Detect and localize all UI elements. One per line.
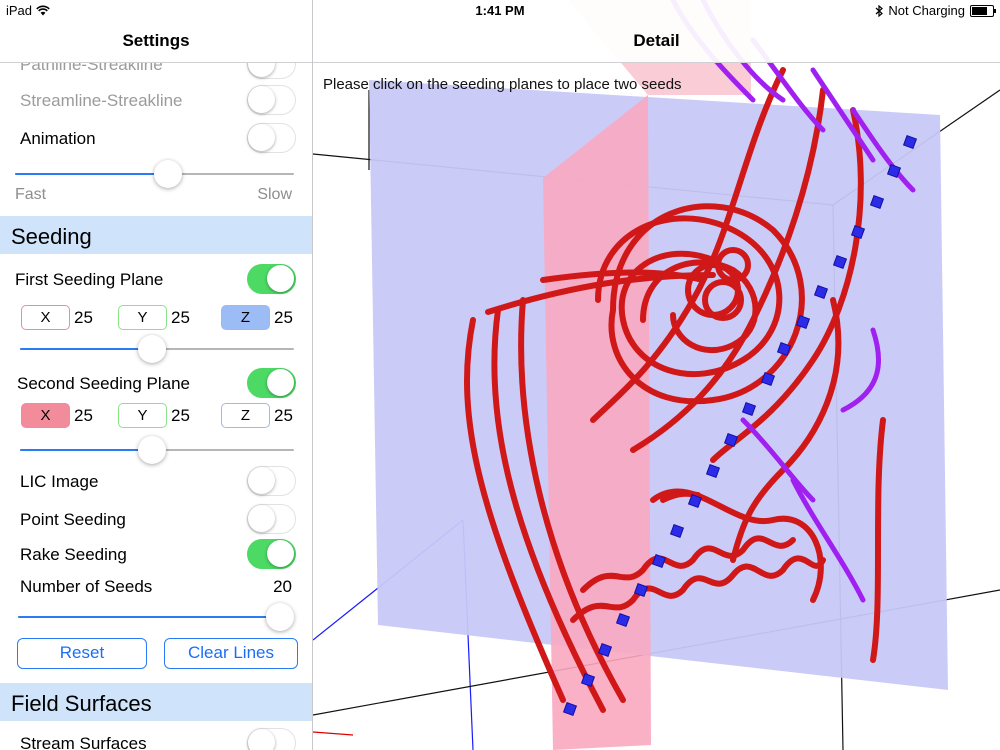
status-bar: iPad 1:41 PM Not Charging (0, 0, 1000, 22)
first-plane-axis-row: X 25 Y 25 Z 25 (0, 305, 312, 335)
second-seeding-plane-label: Second Seeding Plane (17, 374, 190, 393)
reset-button[interactable]: Reset (17, 638, 147, 669)
detail-title: Detail (633, 31, 680, 50)
lic-image-label: LIC Image (20, 472, 99, 491)
slider-thumb[interactable] (137, 335, 166, 363)
animation-speed-slider[interactable] (15, 160, 294, 188)
first-plane-y-button[interactable]: Y (118, 305, 167, 330)
first-seeding-plane-label: First Seeding Plane (15, 270, 164, 289)
slider-thumb[interactable] (266, 603, 294, 631)
settings-panel: Settings Pathline-Streakline Streamline-… (0, 0, 313, 750)
speed-fast-label: Fast (15, 186, 47, 203)
seeding-header-label: Seeding (11, 224, 92, 249)
first-plane-x-button[interactable]: X (21, 305, 70, 330)
first-seeding-plane-switch[interactable] (247, 264, 296, 294)
first-plane-z-value: 25 (274, 308, 293, 327)
settings-scroll[interactable]: Pathline-Streakline Streamline-Streaklin… (0, 63, 312, 750)
streamline-streakline-label: Streamline-Streakline (20, 91, 183, 110)
second-plane-x-button[interactable]: X (21, 403, 70, 428)
point-seeding-switch[interactable] (247, 504, 296, 534)
row-point-seeding: Point Seeding (0, 502, 312, 536)
seeding-section-header: Seeding (0, 216, 312, 254)
bluetooth-icon (875, 4, 884, 17)
row-lic-image: LIC Image (0, 464, 312, 498)
second-plane-y-button[interactable]: Y (118, 403, 167, 428)
status-right: Not Charging (875, 3, 996, 18)
row-second-seeding-plane: Second Seeding Plane (0, 366, 312, 400)
first-plane-x-value: 25 (74, 308, 93, 327)
slider-thumb[interactable] (154, 160, 183, 188)
clock: 1:41 PM (475, 3, 525, 18)
speed-slow-label: Slow (257, 186, 292, 203)
row-number-of-seeds: Number of Seeds 20 (0, 569, 312, 603)
slider-thumb[interactable] (137, 436, 166, 464)
animation-label: Animation (20, 129, 96, 148)
rake-seeding-label: Rake Seeding (20, 545, 127, 564)
charging-status: Not Charging (888, 3, 965, 18)
battery-icon (970, 4, 996, 17)
lic-image-switch[interactable] (247, 466, 296, 496)
second-plane-y-value: 25 (171, 406, 190, 425)
second-seeding-plane-switch[interactable] (247, 368, 296, 398)
first-plane-y-value: 25 (171, 308, 190, 327)
row-first-seeding-plane: First Seeding Plane (0, 262, 312, 296)
row-animation: Animation (0, 121, 312, 155)
second-plane-axis-row: X 25 Y 25 Z 25 (0, 403, 312, 433)
instructions-text: Please click on the seeding planes to pl… (323, 76, 682, 93)
first-plane-z-button[interactable]: Z (221, 305, 270, 330)
second-plane-z-value: 25 (274, 406, 293, 425)
row-stream-surfaces: Stream Surfaces (0, 726, 312, 750)
number-of-seeds-slider[interactable] (18, 603, 294, 631)
number-of-seeds-value: 20 (273, 577, 292, 596)
row-pathline-streakline: Pathline-Streakline (0, 63, 312, 81)
pathline-streakline-label: Pathline-Streakline (20, 63, 163, 74)
number-of-seeds-label: Number of Seeds (20, 577, 153, 596)
point-seeding-label: Point Seeding (20, 510, 126, 529)
pathline-streakline-switch[interactable] (247, 63, 296, 79)
rake-seeding-switch[interactable] (247, 539, 296, 569)
settings-title: Settings (122, 31, 190, 50)
row-streamline-streakline: Streamline-Streakline (0, 83, 312, 117)
second-plane-z-button[interactable]: Z (221, 403, 270, 428)
row-rake-seeding: Rake Seeding (0, 537, 312, 571)
field-surfaces-section-header: Field Surfaces (0, 683, 312, 721)
field-surfaces-header-label: Field Surfaces (11, 691, 152, 716)
animation-switch[interactable] (247, 123, 296, 153)
stream-surfaces-label: Stream Surfaces (20, 734, 147, 750)
clear-lines-button[interactable]: Clear Lines (164, 638, 298, 669)
streamline-streakline-switch[interactable] (247, 85, 296, 115)
detail-viewport[interactable] (313, 0, 1000, 750)
first-plane-slider[interactable] (20, 335, 294, 363)
second-plane-x-value: 25 (74, 406, 93, 425)
flow-visualization[interactable] (313, 0, 1000, 750)
second-plane-slider[interactable] (20, 436, 294, 464)
stream-surfaces-switch[interactable] (247, 728, 296, 750)
